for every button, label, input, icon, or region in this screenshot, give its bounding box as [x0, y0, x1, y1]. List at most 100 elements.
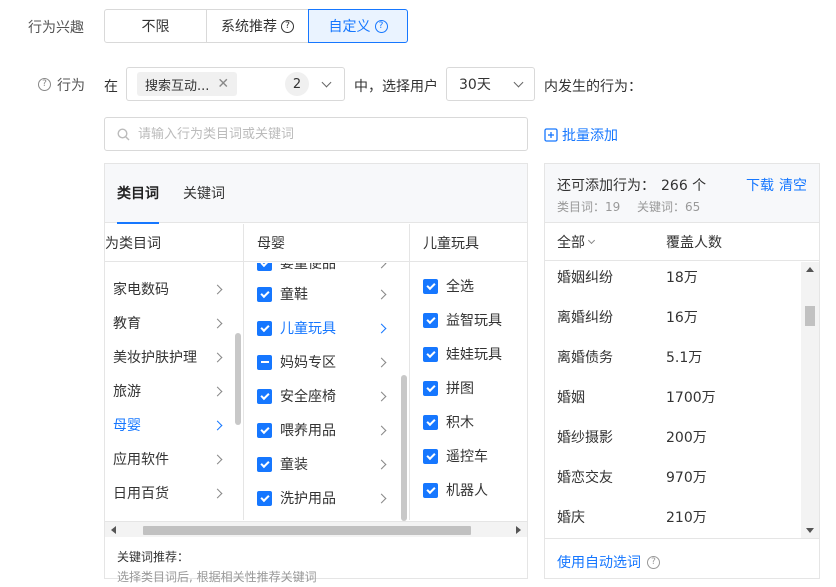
chevron-right-icon	[376, 323, 387, 333]
option-custom[interactable]: 自定义?	[308, 9, 408, 43]
list-item[interactable]: 妈妈专区	[257, 345, 387, 379]
behavior-tag: 搜索互动... ✕	[137, 72, 238, 96]
scrollbar-thumb[interactable]	[401, 375, 407, 521]
help-icon[interactable]: ?	[38, 78, 51, 91]
tab-category[interactable]: 类目词	[117, 164, 159, 224]
list-item[interactable]: 机器人	[423, 473, 488, 507]
list-item[interactable]: 娃娃玩具	[423, 337, 502, 371]
checkbox[interactable]	[423, 312, 438, 328]
behavior-search[interactable]	[104, 117, 528, 151]
chevron-right-icon	[212, 318, 223, 328]
list-item[interactable]: 童装	[257, 447, 387, 481]
table-row: 婚庆 210万	[557, 510, 707, 526]
checkbox[interactable]	[423, 346, 438, 362]
list-item[interactable]: 教育	[113, 306, 223, 340]
checkbox[interactable]	[423, 380, 438, 396]
filter-all[interactable]: 全部	[557, 232, 596, 252]
selected-list: 婚姻纠纷 18万 离婚纠纷 16万 离婚债务 5.1万 婚姻 1700万 婚纱摄影 200…	[545, 262, 819, 538]
vertical-scrollbar[interactable]	[801, 262, 819, 538]
checkbox[interactable]	[257, 286, 272, 302]
remaining-label: 还可添加行为： 266 个	[557, 178, 707, 194]
list-item[interactable]: 应用软件	[113, 442, 223, 476]
chevron-right-icon	[376, 289, 387, 299]
scroll-right-icon[interactable]	[516, 526, 521, 534]
chevron-right-icon	[212, 420, 223, 430]
checkbox-indeterminate[interactable]	[257, 354, 272, 370]
table-row: 婚恋交友 970万	[557, 470, 707, 486]
list-item[interactable]: 童鞋	[257, 277, 387, 311]
batch-add-link[interactable]: 批量添加	[544, 125, 618, 145]
list-item[interactable]: 安全座椅	[257, 379, 387, 413]
selected-column-header: 全部 覆盖人数	[545, 223, 819, 261]
horizontal-scrollbar[interactable]	[105, 521, 527, 537]
list-item[interactable]: 拼图	[423, 371, 474, 405]
search-icon	[117, 127, 130, 140]
checkbox[interactable]	[257, 388, 272, 404]
help-icon[interactable]: ?	[374, 19, 388, 33]
checkbox[interactable]	[423, 482, 438, 498]
chevron-right-icon	[212, 488, 223, 498]
scroll-left-icon[interactable]	[111, 526, 116, 534]
behavior-select[interactable]: 搜索互动... ✕ 2	[126, 67, 345, 101]
close-icon[interactable]: ✕	[217, 76, 229, 92]
auto-select-link[interactable]: 使用自动选词 ?	[557, 552, 660, 572]
option-recommended[interactable]: 系统推荐?	[206, 9, 309, 43]
chevron-right-icon	[376, 263, 387, 268]
checkbox[interactable]	[257, 320, 272, 336]
scroll-down-icon[interactable]	[806, 528, 814, 533]
add-box-icon	[544, 128, 558, 142]
list-item[interactable]: 喂养用品	[257, 413, 387, 447]
col3-list: 全选 益智玩具 娃娃玩具 拼图 积木 遥控车 机器人	[410, 263, 527, 521]
tab-bar: 类目词 关键词	[105, 164, 527, 224]
help-icon[interactable]: ?	[647, 555, 660, 569]
scrollbar-thumb[interactable]	[235, 333, 241, 425]
divider	[545, 538, 819, 539]
scrollbar-thumb[interactable]	[143, 526, 471, 535]
col3-header: 儿童玩具	[410, 224, 527, 262]
col2-list: 婴童便品 童鞋 儿童玩具 妈妈专区 安全座椅 喂养用品 童装 洗护用品	[244, 263, 409, 521]
selected-header: 还可添加行为： 266 个 类目词：19 关键词：65 下载 清空	[545, 164, 819, 223]
days-select[interactable]: 30天	[446, 67, 535, 101]
chevron-right-icon	[212, 386, 223, 396]
interest-segmented: 不限 系统推荐? 自定义?	[104, 9, 408, 43]
list-item[interactable]: 美妆护肤护理	[113, 340, 223, 374]
download-link[interactable]: 下载	[746, 175, 774, 195]
list-item[interactable]: 益智玩具	[423, 303, 502, 337]
scroll-up-icon[interactable]	[806, 267, 814, 272]
option-unlimited[interactable]: 不限	[104, 9, 207, 43]
list-item[interactable]: 遥控车	[423, 439, 488, 473]
checkbox[interactable]	[257, 456, 272, 472]
interest-label: 行为兴趣	[28, 20, 84, 36]
chevron-down-icon	[321, 77, 332, 87]
list-item[interactable]: 日用百货	[113, 476, 223, 510]
list-item[interactable]: 积木	[423, 405, 474, 439]
search-input[interactable]	[138, 126, 498, 142]
cover-header: 覆盖人数	[666, 235, 722, 251]
list-item-active[interactable]: 儿童玩具	[257, 311, 387, 345]
scrollbar-thumb[interactable]	[805, 306, 815, 326]
chevron-right-icon	[376, 459, 387, 469]
chevron-right-icon	[376, 357, 387, 367]
chevron-right-icon	[376, 493, 387, 503]
checkbox[interactable]	[257, 263, 272, 271]
list-item[interactable]: 洗护用品	[257, 481, 387, 515]
checkbox[interactable]	[257, 422, 272, 438]
checkbox[interactable]	[257, 490, 272, 506]
checkbox[interactable]	[423, 278, 438, 294]
list-item-active[interactable]: 母婴	[113, 408, 223, 442]
chevron-right-icon	[212, 284, 223, 294]
chevron-right-icon	[376, 425, 387, 435]
list-item[interactable]: 旅游	[113, 374, 223, 408]
list-item[interactable]: 家电数码	[113, 272, 223, 306]
selector-panel: 类目词 关键词 为类目词 母婴 儿童玩具 家电数码 教育 美妆护肤护理 旅游 母…	[104, 163, 528, 584]
help-icon[interactable]: ?	[281, 19, 294, 33]
table-row: 婚姻纠纷 18万	[557, 270, 698, 286]
count-badge: 2	[285, 72, 309, 96]
keyword-count: 关键词：65	[637, 200, 701, 214]
list-item[interactable]: 全选	[423, 269, 474, 303]
selected-panel: 还可添加行为： 266 个 类目词：19 关键词：65 下载 清空 全部 覆盖人数…	[544, 163, 820, 579]
tab-keyword[interactable]: 关键词	[183, 183, 225, 203]
checkbox[interactable]	[423, 414, 438, 430]
checkbox[interactable]	[423, 448, 438, 464]
clear-link[interactable]: 清空	[779, 175, 807, 195]
